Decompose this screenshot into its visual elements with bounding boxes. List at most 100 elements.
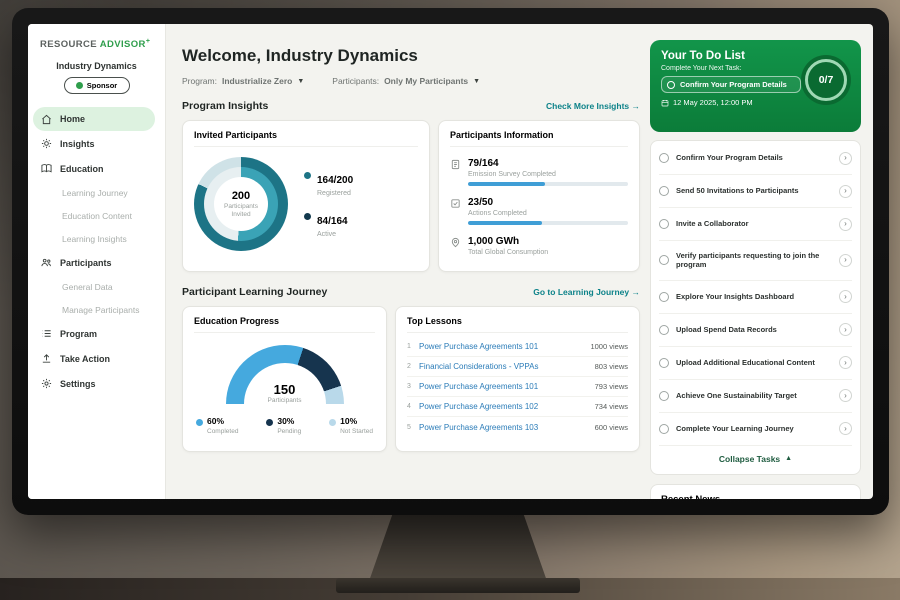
sidebar-item-learning-insights[interactable]: Learning Insights [28, 227, 165, 250]
chevron-down-icon: ▼ [297, 78, 304, 85]
task-row[interactable]: Confirm Your Program Details › [659, 142, 852, 175]
lesson-row[interactable]: 1 Power Purchase Agreements 101 1000 vie… [407, 337, 628, 357]
lesson-row[interactable]: 5 Power Purchase Agreements 103 600 view… [407, 417, 628, 437]
monitor-bezel: RESOURCE ADVISOR+ Industry Dynamics Spon… [12, 8, 889, 515]
top-lessons-card: Top Lessons 1 Power Purchase Agreements … [395, 306, 640, 452]
participants-filter[interactable]: Participants: Only My Participants ▼ [332, 76, 480, 86]
invited-participants-card: Invited Participants 200 Participants In… [182, 120, 430, 272]
task-row[interactable]: Complete Your Learning Journey › [659, 413, 852, 446]
chevron-right-icon[interactable]: › [839, 152, 852, 165]
todo-progress-ring: 0/7 [801, 55, 851, 105]
chevron-right-icon[interactable]: › [839, 185, 852, 198]
calendar-icon [661, 99, 669, 107]
sidebar-item-manage-participants[interactable]: Manage Participants [28, 298, 165, 321]
pin-icon [450, 237, 461, 248]
actions-progress-bar [468, 221, 628, 225]
sidebar-item-program[interactable]: Program [28, 321, 165, 346]
program-filter-label: Program: [182, 76, 217, 86]
logo-resource: RESOURCE [40, 39, 97, 50]
sidebar-item-learning-journey[interactable]: Learning Journey [28, 181, 165, 204]
task-row[interactable]: Upload Additional Educational Content › [659, 347, 852, 380]
task-checkbox[interactable] [659, 424, 669, 434]
check-more-insights-link[interactable]: Check More Insights → [546, 101, 640, 111]
task-row[interactable]: Achieve One Sustainability Target › [659, 380, 852, 413]
task-checkbox[interactable] [659, 292, 669, 302]
check-square-icon [450, 198, 461, 209]
task-checkbox[interactable] [659, 325, 669, 335]
learning-journey-title: Participant Learning Journey [182, 286, 327, 298]
collapse-tasks-button[interactable]: Collapse Tasks ▲ [659, 446, 852, 473]
sponsor-badge[interactable]: Sponsor [64, 77, 130, 94]
people-icon [41, 257, 52, 268]
app-logo: RESOURCE ADVISOR+ [28, 38, 165, 50]
todo-task-list: Confirm Your Program Details › Send 50 I… [650, 140, 861, 475]
sidebar-nav: Home Insights Education Learning Journey… [28, 107, 165, 396]
sidebar-item-take-action[interactable]: Take Action [28, 346, 165, 371]
education-legend: 60% Completed 30% Pending 10% Not Starte… [194, 416, 375, 435]
donut-center-value: 200 [232, 190, 250, 202]
monitor-stand-neck [368, 512, 548, 584]
legend-active: 84/164 Active [304, 211, 353, 238]
recent-news-card: Recent News [650, 484, 861, 500]
task-checkbox[interactable] [659, 358, 669, 368]
legend-completed: 60% Completed [196, 416, 238, 435]
emission-survey-row: 79/164 Emission Survey Completed [450, 158, 628, 186]
consumption-row: 1,000 GWh Total Global Consumption [450, 236, 628, 256]
task-checkbox[interactable] [659, 391, 669, 401]
task-row[interactable]: Upload Spend Data Records › [659, 314, 852, 347]
sidebar-item-settings[interactable]: Settings [28, 371, 165, 396]
legend-not-started: 10% Not Started [329, 416, 373, 435]
sidebar-item-insights[interactable]: Insights [28, 131, 165, 156]
next-task-checkbox[interactable] [667, 81, 675, 89]
donut-center-label: Participants Invited [219, 203, 263, 219]
page-title: Welcome, Industry Dynamics [182, 46, 640, 66]
invited-legend: 164/200 Registered 84/164 Active [304, 170, 353, 238]
task-checkbox[interactable] [659, 255, 669, 265]
chevron-right-icon[interactable]: › [839, 389, 852, 402]
chevron-right-icon[interactable]: › [839, 290, 852, 303]
chevron-right-icon[interactable]: › [839, 254, 852, 267]
legend-pending: 30% Pending [266, 416, 301, 435]
sidebar: RESOURCE ADVISOR+ Industry Dynamics Spon… [28, 24, 166, 499]
not-started-dot [329, 419, 336, 426]
task-row[interactable]: Invite a Collaborator › [659, 208, 852, 241]
lesson-row[interactable]: 3 Power Purchase Agreements 101 793 view… [407, 377, 628, 397]
chevron-right-icon[interactable]: › [839, 323, 852, 336]
chevron-up-icon: ▲ [785, 455, 792, 462]
education-gauge-chart: 150 Participants [226, 345, 344, 404]
emission-progress-bar [468, 182, 628, 186]
chevron-right-icon[interactable]: › [839, 422, 852, 435]
task-row[interactable]: Verify participants requesting to join t… [659, 241, 852, 281]
chevron-right-icon[interactable]: › [839, 356, 852, 369]
filters-row: Program: Industrialize Zero ▼ Participan… [182, 76, 640, 86]
logo-advisor: ADVISOR+ [100, 39, 151, 50]
invited-donut-chart: 200 Participants Invited [194, 157, 288, 251]
lesson-row[interactable]: 4 Power Purchase Agreements 102 734 view… [407, 397, 628, 417]
sidebar-item-education-content[interactable]: Education Content [28, 204, 165, 227]
recent-news-title: Recent News [661, 494, 720, 500]
go-to-learning-journey-link[interactable]: Go to Learning Journey → [533, 287, 640, 297]
sidebar-item-participants[interactable]: Participants [28, 250, 165, 275]
task-row[interactable]: Send 50 Invitations to Participants › [659, 175, 852, 208]
sidebar-item-home[interactable]: Home [33, 107, 155, 131]
gauge-center-value: 150 [226, 382, 344, 397]
todo-panel: Your To Do List Complete Your Next Task:… [648, 24, 873, 499]
next-task-pill[interactable]: Confirm Your Program Details [661, 76, 801, 93]
education-progress-card: Education Progress 150 Participants 60% … [182, 306, 387, 452]
task-row[interactable]: Explore Your Insights Dashboard › [659, 281, 852, 314]
sponsor-icon [76, 82, 83, 89]
chevron-right-icon[interactable]: › [839, 218, 852, 231]
book-icon [41, 163, 52, 174]
education-card-title: Education Progress [194, 316, 375, 333]
chevron-down-icon: ▼ [473, 78, 480, 85]
lesson-row[interactable]: 2 Financial Considerations - VPPAs 803 v… [407, 357, 628, 377]
task-checkbox[interactable] [659, 219, 669, 229]
sidebar-item-education[interactable]: Education [28, 156, 165, 181]
sidebar-item-general-data[interactable]: General Data [28, 275, 165, 298]
pending-dot [266, 419, 273, 426]
learning-journey-header: Participant Learning Journey Go to Learn… [182, 286, 640, 298]
task-checkbox[interactable] [659, 153, 669, 163]
task-checkbox[interactable] [659, 186, 669, 196]
invited-card-title: Invited Participants [194, 130, 418, 147]
program-filter[interactable]: Program: Industrialize Zero ▼ [182, 76, 304, 86]
